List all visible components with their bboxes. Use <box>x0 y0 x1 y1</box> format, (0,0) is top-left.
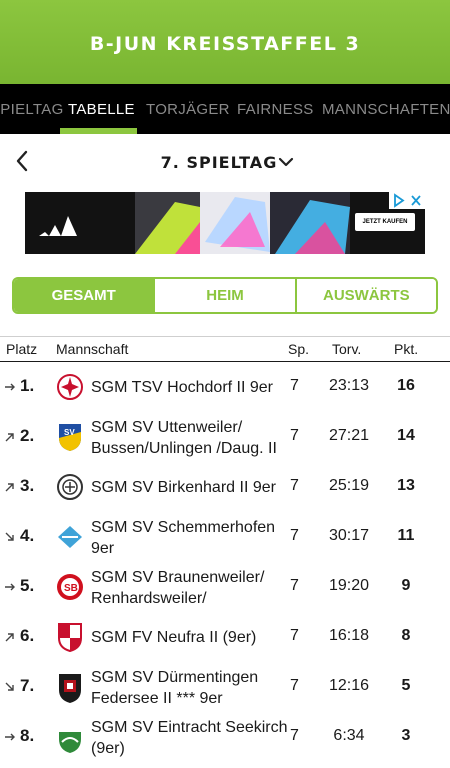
trend-up-icon <box>5 433 14 442</box>
team-points: 14 <box>397 427 415 444</box>
table-header: Platz Mannschaft Sp. Torv. Pkt. <box>0 337 450 361</box>
trend-up-icon <box>5 633 14 642</box>
team-goals: 25:19 <box>328 477 370 494</box>
team-crest-icon <box>56 522 84 552</box>
trend-same-icon <box>5 733 15 741</box>
team-crest-icon: SV <box>56 422 84 452</box>
matchday-label[interactable]: 7. SPIELTAG <box>161 153 278 172</box>
chevron-down-icon[interactable] <box>278 157 294 167</box>
column-header-team: Mannschaft <box>56 341 129 357</box>
column-header-place: Platz <box>6 341 38 357</box>
table-row[interactable]: 3. SGM SV Birkenhard II 9er 7 25:19 13 <box>0 462 450 512</box>
team-played: 7 <box>290 527 299 544</box>
team-played: 7 <box>290 427 299 444</box>
app-header: B-JUN KREISSTAFFEL 3 <box>0 0 450 84</box>
team-name: SGM SV Uttenweiler/Bussen/Unlingen /Daug… <box>91 419 277 457</box>
team-crest-icon <box>56 622 84 653</box>
team-goals: 16:18 <box>328 627 370 644</box>
filter-heim-button[interactable]: HEIM <box>153 279 295 312</box>
team-crest-icon <box>56 670 84 703</box>
team-place: 4. <box>20 526 35 545</box>
team-goals: 23:13 <box>328 377 370 394</box>
ad-banner[interactable]: JETZT KAUFEN <box>25 192 425 254</box>
team-points: 11 <box>397 527 415 544</box>
tab-tabelle[interactable]: TABELLE <box>68 84 135 134</box>
team-goals: 19:20 <box>328 577 370 594</box>
svg-text:SB: SB <box>64 583 78 594</box>
filter-gesamt-button[interactable]: GESAMT <box>14 279 154 312</box>
team-goals: 6:34 <box>333 727 365 744</box>
team-played: 7 <box>290 677 299 694</box>
matchday-selector[interactable]: 7. SPIELTAG <box>0 134 450 190</box>
team-name: SGM FV Neufra II (9er) <box>91 629 257 646</box>
team-goals: 27:21 <box>328 427 370 444</box>
trend-down-icon <box>5 682 14 691</box>
column-header-points: Pkt. <box>394 341 419 357</box>
team-points: 9 <box>401 577 411 594</box>
table-row[interactable]: 2. SV SGM SV Uttenweiler/Bussen/Unlingen… <box>0 412 450 462</box>
team-name: SGM SV Braunenweiler/Renhardsweiler/ <box>91 569 265 607</box>
team-name: SGM TSV Hochdorf II 9er <box>91 379 273 396</box>
page-title: B-JUN KREISSTAFFEL 3 <box>89 33 361 55</box>
adidas-logo-icon <box>39 216 77 236</box>
team-crest-icon <box>56 720 84 753</box>
team-name: SGM SV Birkenhard II 9er <box>91 479 276 496</box>
trend-down-icon <box>5 532 14 541</box>
tab-torjaeger[interactable]: TORJÄGER <box>146 84 230 134</box>
team-points: 3 <box>401 727 411 744</box>
team-place: 7. <box>20 676 35 695</box>
ad-cta-button[interactable]: JETZT KAUFEN <box>355 213 415 231</box>
team-points: 8 <box>401 627 411 644</box>
tab-mannschaften[interactable]: MANNSCHAFTEN <box>322 84 450 134</box>
team-played: 7 <box>290 577 299 594</box>
tab-spieltag[interactable]: SPIELTAG <box>0 84 64 134</box>
team-goals: 30:17 <box>328 527 370 544</box>
team-played: 7 <box>290 377 299 394</box>
table-row[interactable]: 8. SGM SV Eintracht Seekirch (9er) 7 6:34… <box>0 712 450 762</box>
table-filter: GESAMT HEIM AUSWÄRTS <box>12 277 438 314</box>
team-place: 1. <box>20 376 35 395</box>
team-place: 8. <box>20 726 35 745</box>
team-played: 7 <box>290 727 299 744</box>
team-points: 13 <box>397 477 415 494</box>
tab-bar: SPIELTAG TABELLE TORJÄGER FAIRNESS MANNS… <box>0 84 450 134</box>
svg-text:SV: SV <box>64 428 75 437</box>
table-row[interactable]: 4. SGM SV Schemmerhofen 9er 7 30:17 11 <box>0 512 450 562</box>
trend-same-icon <box>5 383 15 391</box>
team-place: 5. <box>20 576 35 595</box>
team-played: 7 <box>290 627 299 644</box>
table-row[interactable]: 6. SGM FV Neufra II (9er) 7 16:18 8 <box>0 612 450 662</box>
team-place: 2. <box>20 426 35 445</box>
team-place: 3. <box>20 476 35 495</box>
table-row[interactable]: 1. SGM TSV Hochdorf II 9er 7 23:13 16 <box>0 362 450 412</box>
column-header-goals: Torv. <box>332 341 362 357</box>
table-row[interactable]: 5. SB SGM SV Braunenweiler/Renhardsweile… <box>0 562 450 612</box>
team-place: 6. <box>20 626 35 645</box>
team-name: SGM SV Schemmerhofen 9er <box>91 519 276 557</box>
team-crest-icon <box>56 472 84 502</box>
team-points: 5 <box>401 677 411 694</box>
team-points: 16 <box>397 377 415 394</box>
trend-same-icon <box>5 583 15 591</box>
team-played: 7 <box>290 477 299 494</box>
ad-choices-icon[interactable] <box>389 192 425 209</box>
table-row[interactable]: 7. SGM SV Dürmentingen Federsee II *** 9e… <box>0 662 450 712</box>
tab-fairness[interactable]: FAIRNESS <box>237 84 314 134</box>
team-name: SGM SV Dürmentingen Federsee II *** 9er <box>91 669 259 707</box>
team-crest-icon: SB <box>56 572 84 602</box>
team-goals: 12:16 <box>328 677 370 694</box>
team-crest-icon <box>56 372 84 402</box>
trend-up-icon <box>5 483 14 492</box>
team-name: SGM SV Eintracht Seekirch (9er) <box>91 719 288 757</box>
filter-auswaerts-button[interactable]: AUSWÄRTS <box>294 279 436 312</box>
column-header-played: Sp. <box>288 341 310 357</box>
